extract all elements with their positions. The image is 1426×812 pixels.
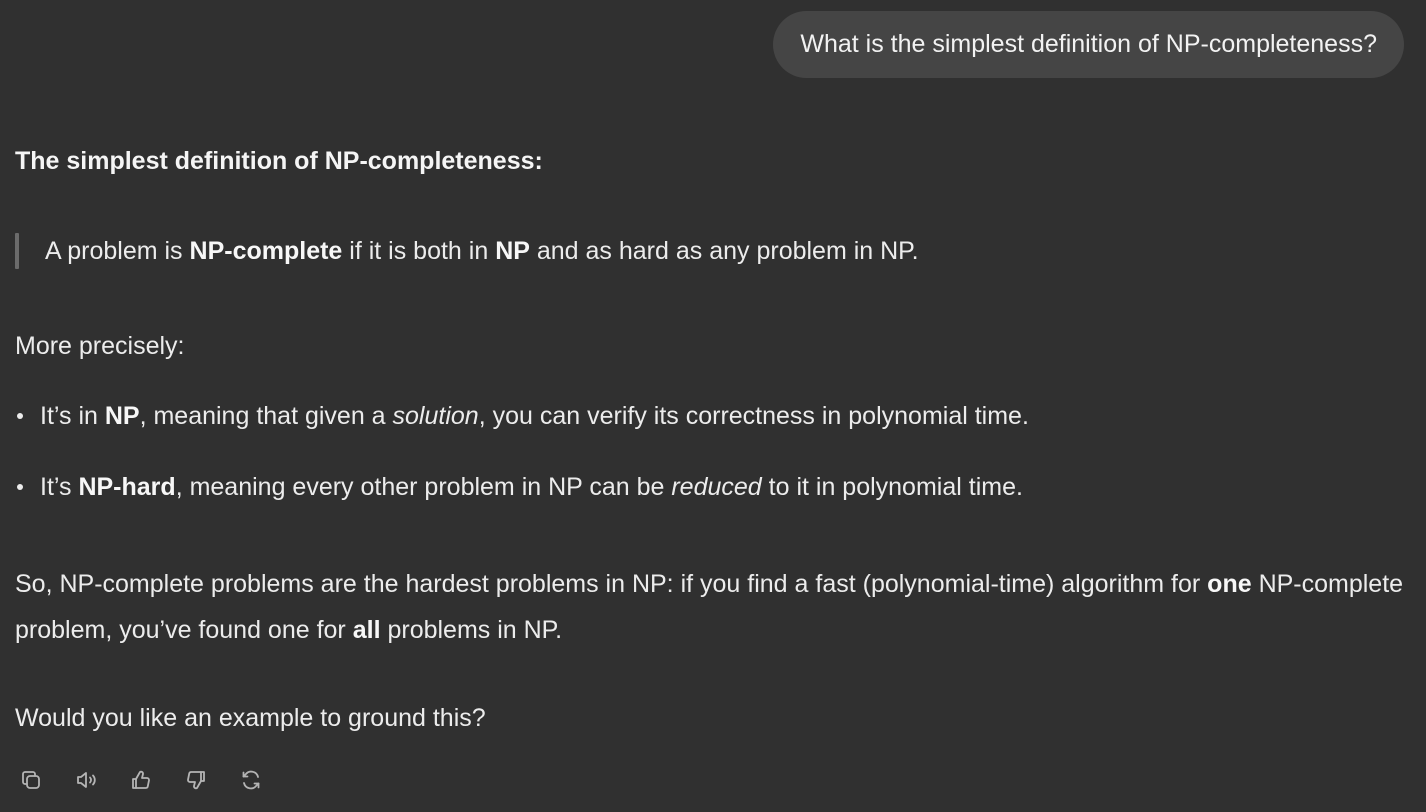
bad-response-button[interactable] [182, 766, 210, 794]
bullet-text-part: to it in polynomial time. [761, 473, 1023, 501]
quote-bold-np-complete: NP-complete [189, 236, 343, 265]
bullet-dot [17, 484, 23, 490]
quote-bold-np: NP [495, 236, 530, 265]
intro-paragraph: More precisely: [15, 332, 185, 360]
answer-heading: The simplest definition of NP-completene… [15, 147, 543, 175]
bullet-italic: solution [392, 402, 479, 430]
bullet-text-part: , you can verify its correctness in poly… [478, 402, 1029, 430]
message-actions-toolbar [17, 766, 292, 794]
bullet-text-part: It’s in [40, 402, 105, 430]
blockquote-bar [15, 233, 19, 269]
thumbs-up-icon [132, 770, 150, 789]
quote-text: A problem is NP-complete if it is both i… [45, 237, 919, 266]
regenerate-icon [242, 770, 260, 790]
read-aloud-button[interactable] [72, 766, 100, 794]
bullet-bold: NP [104, 402, 140, 430]
definition-blockquote: A problem is NP-complete if it is both i… [15, 233, 919, 269]
bullet-item: It’s in NP, meaning that given a solutio… [15, 401, 1029, 431]
thumbs-down-icon [187, 771, 205, 790]
copy-icon [22, 771, 40, 789]
user-message-bubble: What is the simplest definition of NP-co… [773, 11, 1404, 78]
bullet-text-part: , meaning that given a [139, 402, 393, 430]
bullet-dot [17, 413, 23, 419]
speaker-icon [77, 772, 96, 788]
bullet-text-part: , meaning every other problem in NP can … [175, 473, 672, 501]
summary-paragraph: So, NP-complete problems are the hardest… [15, 561, 1415, 653]
bullet-italic: reduced [671, 473, 762, 501]
user-message-text: What is the simplest definition of NP-co… [800, 30, 1377, 58]
closing-question: Would you like an example to ground this… [15, 704, 486, 732]
quote-text-part: and as hard as any problem in NP. [529, 236, 919, 265]
summary-bold-one: one [1207, 570, 1252, 598]
summary-bold-all: all [352, 616, 381, 644]
summary-text-part: problems in NP. [380, 616, 563, 644]
quote-text-part: A problem is [45, 236, 190, 265]
good-response-button[interactable] [127, 766, 155, 794]
regenerate-button[interactable] [237, 766, 265, 794]
bullet-bold: NP-hard [78, 473, 176, 501]
bullet-text: It’s in NP, meaning that given a solutio… [40, 401, 1029, 431]
summary-text-part: So, NP-complete problems are the hardest… [15, 570, 1208, 598]
copy-button[interactable] [17, 766, 45, 794]
bullet-text: It’s NP-hard, meaning every other proble… [40, 472, 1023, 502]
bullet-item: It’s NP-hard, meaning every other proble… [15, 472, 1023, 502]
bullet-text-part: It’s [40, 473, 79, 501]
quote-text-part: if it is both in [342, 236, 496, 265]
